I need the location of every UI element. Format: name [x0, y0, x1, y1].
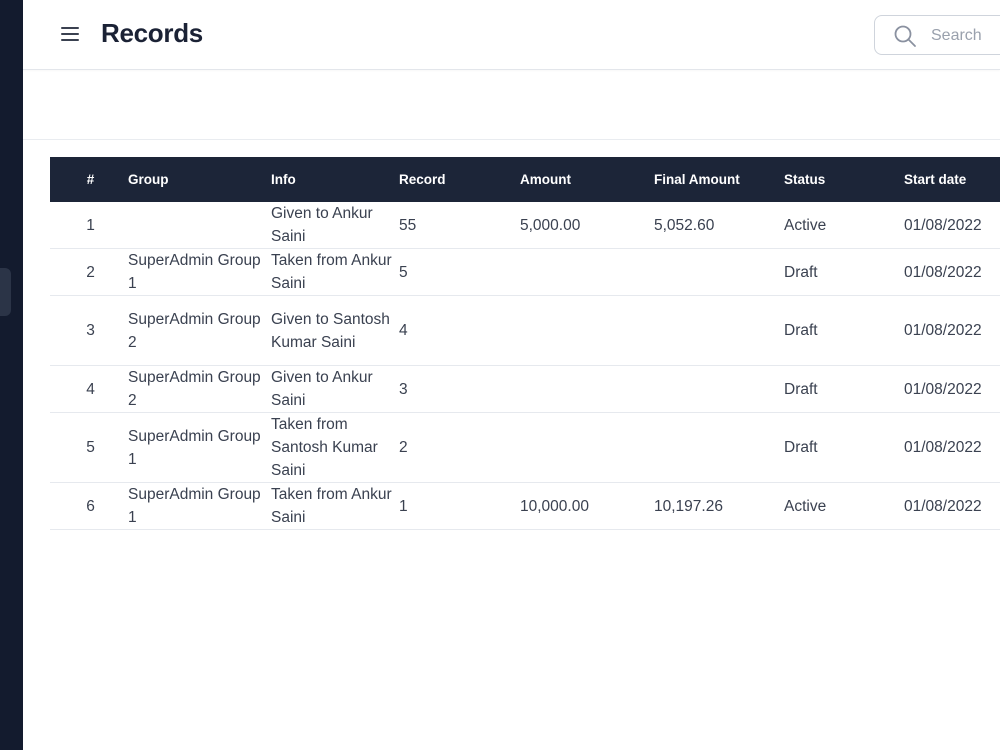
cell-amount: [520, 412, 654, 483]
cell-number: 3: [50, 295, 128, 366]
cell-info: Given to Ankur Saini: [271, 202, 399, 249]
cell-amount: [520, 365, 654, 413]
cell-status: Active: [784, 482, 904, 530]
cell-status: Active: [784, 202, 904, 249]
cell-info: Taken from Santosh Kumar Saini: [271, 412, 399, 483]
cell-group: SuperAdmin Group 1: [128, 248, 271, 296]
cell-start-date: 01/08/2022: [904, 248, 1000, 296]
cell-amount: 10,000.00: [520, 482, 654, 530]
table-row[interactable]: 3 SuperAdmin Group 2 Given to Santosh Ku…: [50, 295, 1000, 366]
hamburger-menu-icon[interactable]: [59, 24, 83, 46]
search-box[interactable]: [874, 15, 1000, 55]
cell-number: 1: [50, 202, 128, 249]
cell-number: 2: [50, 248, 128, 296]
column-header-info[interactable]: Info: [271, 157, 399, 202]
column-header-amount[interactable]: Amount: [520, 157, 654, 202]
cell-info: Given to Santosh Kumar Saini: [271, 295, 399, 366]
column-header-number[interactable]: #: [50, 157, 128, 202]
cell-record: 3: [399, 365, 520, 413]
table-row[interactable]: 6 SuperAdmin Group 1 Taken from Ankur Sa…: [50, 482, 1000, 530]
sidebar-collapse-tab[interactable]: [0, 268, 11, 316]
cell-status: Draft: [784, 365, 904, 413]
cell-final-amount: [654, 248, 784, 296]
cell-number: 6: [50, 482, 128, 530]
cell-start-date: 01/08/2022: [904, 365, 1000, 413]
cell-final-amount: 10,197.26: [654, 482, 784, 530]
column-header-start-date[interactable]: Start date: [904, 157, 1000, 202]
table-row[interactable]: 2 SuperAdmin Group 1 Taken from Ankur Sa…: [50, 248, 1000, 296]
cell-status: Draft: [784, 248, 904, 296]
cell-record: 5: [399, 248, 520, 296]
sidebar: [0, 0, 23, 750]
cell-info: Given to Ankur Saini: [271, 365, 399, 413]
cell-number: 4: [50, 365, 128, 413]
table-row[interactable]: 4 SuperAdmin Group 2 Given to Ankur Sain…: [50, 365, 1000, 413]
cell-amount: [520, 295, 654, 366]
top-header: Records: [23, 0, 1000, 70]
search-input[interactable]: [931, 25, 1000, 47]
cell-start-date: 01/08/2022: [904, 295, 1000, 366]
search-icon: [894, 25, 916, 47]
cell-record: 2: [399, 412, 520, 483]
cell-amount: 5,000.00: [520, 202, 654, 249]
cell-final-amount: [654, 365, 784, 413]
cell-record: 55: [399, 202, 520, 249]
cell-start-date: 01/08/2022: [904, 482, 1000, 530]
column-header-final-amount[interactable]: Final Amount: [654, 157, 784, 202]
table-header-row: # Group Info Record Amount Final Amount …: [50, 157, 1000, 202]
cell-record: 4: [399, 295, 520, 366]
cell-group: SuperAdmin Group 1: [128, 482, 271, 530]
cell-start-date: 01/08/2022: [904, 202, 1000, 249]
cell-group: SuperAdmin Group 2: [128, 365, 271, 413]
cell-final-amount: [654, 295, 784, 366]
table-row[interactable]: 5 SuperAdmin Group 1 Taken from Santosh …: [50, 412, 1000, 483]
table-row[interactable]: 1 Given to Ankur Saini 55 5,000.00 5,052…: [50, 202, 1000, 249]
cell-number: 5: [50, 412, 128, 483]
toolbar-area: [23, 70, 1000, 140]
cell-group: SuperAdmin Group 2: [128, 295, 271, 366]
page-title: Records: [101, 18, 203, 48]
cell-group: [128, 202, 271, 249]
cell-info: Taken from Ankur Saini: [271, 482, 399, 530]
records-table: # Group Info Record Amount Final Amount …: [50, 157, 1000, 530]
cell-status: Draft: [784, 412, 904, 483]
cell-record: 1: [399, 482, 520, 530]
cell-info: Taken from Ankur Saini: [271, 248, 399, 296]
cell-final-amount: [654, 412, 784, 483]
cell-group: SuperAdmin Group 1: [128, 412, 271, 483]
column-header-record[interactable]: Record: [399, 157, 520, 202]
cell-status: Draft: [784, 295, 904, 366]
cell-amount: [520, 248, 654, 296]
cell-final-amount: 5,052.60: [654, 202, 784, 249]
cell-start-date: 01/08/2022: [904, 412, 1000, 483]
column-header-status[interactable]: Status: [784, 157, 904, 202]
column-header-group[interactable]: Group: [128, 157, 271, 202]
